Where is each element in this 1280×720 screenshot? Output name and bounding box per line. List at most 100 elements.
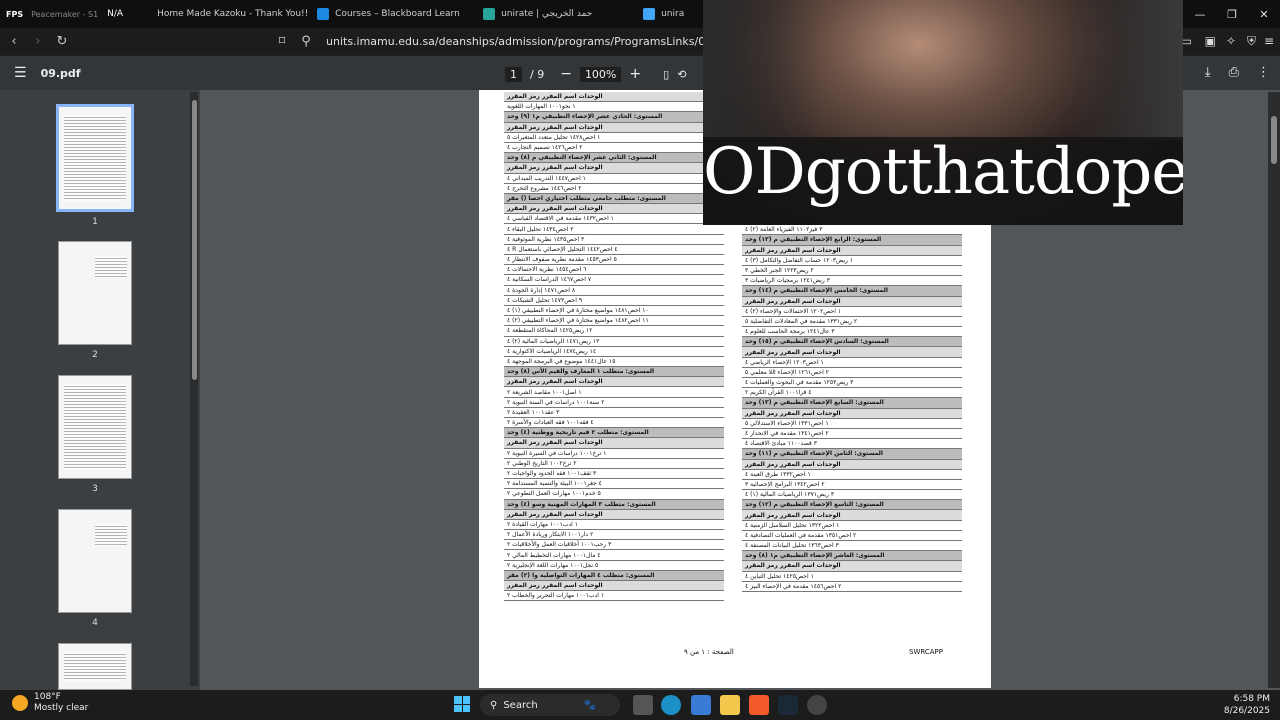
table-row: ١٤ ريض١٤٧٤ الرياضيات الاكتوارية ٤ (504, 347, 724, 357)
table-row: ٣ عال١٢٤١ برمجة الحاسب للعلوم ٤ (742, 327, 962, 338)
hood-shading (703, 0, 1183, 140)
search-icon: ⚲ (490, 699, 498, 711)
menu-icon[interactable]: ≡ (1264, 34, 1274, 48)
ai-icon[interactable]: ✧ (1226, 34, 1236, 48)
thumbnail-label: 4 (92, 618, 98, 628)
table-row: ١١ احص١٤٨٢ مواضيع مختارة في الإحصاء التط… (504, 316, 724, 327)
table-row: ١٢ ريض١٤٢٥ المحاكاة المتقطعة ٤ (504, 326, 724, 337)
level-row: المستوى: التاسع الإحصاء التطبيقي م (١٢) … (742, 500, 962, 511)
minimize-icon[interactable]: — (1184, 0, 1216, 28)
table-row: ١ ترخ١٠٠١ دراسات في السيرة النبوية ٢ (504, 449, 724, 459)
maximize-icon[interactable]: ❐ (1216, 0, 1248, 28)
tab-0[interactable]: Peacemaker - S1 - E3 N/A (23, 0, 143, 28)
zoom-input[interactable]: 100% (579, 66, 622, 82)
table-row: ١ احص١٤٢٥ تحليل التباين ٤ (742, 572, 962, 582)
table-row: ١ ادب١٠٠١ مهارات القيادة ٢ (504, 520, 724, 531)
table-row: ٢ دار١٠٠١ الابتكار وريادة الأعمال ٢ (504, 530, 724, 541)
hamburger-icon[interactable]: ☰ (14, 65, 27, 81)
thumbnail-sidebar: 1 2 3 4 (0, 90, 200, 690)
bookmark-icon[interactable]: ⌑ (272, 34, 292, 49)
level-row: المستوى: متطلب ٢ قيم تاريخية ووطنية (٤) … (504, 428, 724, 439)
fit-page-icon[interactable]: ▯ (663, 68, 669, 81)
left-table: الوحدات اسم المقرر رمز المقرر ١ نحو١٠٠١ ا… (504, 92, 724, 602)
table-row: ٤ مال١٠٠١ مهارات التخطيط المالي ٢ (504, 550, 724, 561)
table-row: ٤ فقه١٠٠١ فقه العبادات والأسرة ٢ (504, 418, 724, 429)
table-row: ٣ ريض١٢٤١ برمجيات الرياضيات ٣ (742, 276, 962, 287)
page-total: / 9 (530, 67, 545, 81)
table-header-row: الوحدات اسم المقرر رمز المقرر (742, 245, 962, 256)
thumbnail-page-2[interactable] (58, 241, 132, 345)
rotate-icon[interactable]: ⟲ (677, 68, 686, 81)
unirate-icon (483, 8, 496, 20)
store-icon[interactable] (691, 695, 711, 715)
thumbnail-page-4[interactable] (58, 509, 132, 613)
steam-icon[interactable] (778, 695, 798, 715)
print-icon[interactable]: ⎙ (1229, 65, 1239, 80)
table-header-row: الوحدات اسم المقرر رمز المقرر (742, 459, 962, 470)
weather-temp: 108°F (34, 692, 61, 702)
table-row: ١ احص١٣٣٢ طرق العينة ٤ (742, 470, 962, 480)
close-icon[interactable]: ✕ (1248, 0, 1280, 28)
weather-icon (12, 695, 28, 711)
table-row: ١ ادب١٠٠١ مهارات التحرير والخطاب ٢ (504, 591, 724, 602)
task-view-icon[interactable] (633, 695, 653, 715)
tab-2[interactable]: Courses – Blackboard Learn (309, 0, 475, 28)
windows-start-icon[interactable] (454, 696, 470, 712)
table-row: ١ ريض١٢٠٣ حساب التفاضل والتكامل (٣) ٤ (742, 256, 962, 266)
zoom-in-button[interactable]: + (629, 66, 641, 82)
url-field[interactable]: units.imamu.edu.sa/deanships/admission/p… (326, 35, 734, 48)
zoom-out-button[interactable]: − (560, 66, 572, 82)
level-row: المستوى: متطلب ٣ المهارات المهنية وسو (٤… (504, 499, 724, 510)
tab-4[interactable]: unira (635, 0, 695, 28)
level-row: المستوى: الحادي عشر الإحصاء التطبيقي م١ … (504, 112, 724, 123)
table-row: ١ احص١٢٠٢ الاحتمالات والإحصاء (٢) ٤ (742, 307, 962, 317)
table-row: ٣ رحب١٠٠١ أخلاقيات العمل والأخلاقيات ٢ (504, 540, 724, 551)
search-highlight-icon: 🐾 (583, 699, 597, 711)
table-header-row: الوحدات اسم المقرر رمز المقرر (504, 204, 724, 215)
table-row: ٢ ترخ١٠٠٢ التاريخ الوطني ٢ (504, 459, 724, 469)
overlay-caption: ODgotthatdope (703, 135, 1183, 209)
tab-1[interactable]: Home Made Kazoku - Thank You!! - (143, 0, 309, 28)
tab-1-label: Home Made Kazoku - Thank You!! - (157, 9, 310, 19)
wallet-icon[interactable]: ▣ (1205, 34, 1216, 48)
download-icon[interactable]: ⤓ (1205, 65, 1211, 80)
table-row: ٨ احص١٤٧١ إدارة الجودة ٤ (504, 286, 724, 296)
tab-3[interactable]: unirate | حمد الخريجي (475, 0, 635, 28)
thumbnail-page-3[interactable] (58, 375, 132, 479)
table-row: ٦ احص١٤٥٤ نظرية الاحتمالات ٤ (504, 265, 724, 276)
forward-icon[interactable]: › (28, 34, 48, 49)
table-row: ٣ عقد١٠٠١ العقيدة ٢ (504, 408, 724, 418)
site-info-icon[interactable]: ⚲ (296, 34, 316, 49)
shield-icon[interactable]: ⛨ (1247, 34, 1256, 49)
table-row: ٢ احص١٣٤٢ البرامج الإحصائية ٣ (742, 480, 962, 491)
weather-desc: Mostly clear (34, 703, 89, 713)
taskbar-clock[interactable]: 6:58 PM 8/26/2025 (1224, 693, 1270, 717)
more-options-icon[interactable]: ⋮ (1257, 65, 1270, 80)
app-icon[interactable] (807, 695, 827, 715)
file-explorer-icon[interactable] (720, 695, 740, 715)
search-label: Search (503, 699, 538, 711)
page-number-input[interactable]: 1 (505, 66, 522, 82)
back-icon[interactable]: ‹ (4, 34, 24, 49)
taskbar-search[interactable]: ⚲ Search 🐾 (480, 694, 620, 716)
thumbnail-page-5[interactable] (58, 643, 132, 690)
footer-code: SWRCAPP (909, 648, 943, 656)
reload-icon[interactable]: ↻ (52, 34, 72, 49)
thumbnail-page-1[interactable] (56, 104, 134, 212)
level-row: المستوى: العاشر الإحصاء التطبيقي م١ (٨) … (742, 551, 962, 562)
viewer-scrollbar-thumb[interactable] (1271, 116, 1277, 164)
table-header-row: الوحدات اسم المقرر رمز المقرر (504, 438, 724, 449)
table-row: ١ احص١٣٢٢ تحليل السلاسل الزمنية ٤ (742, 521, 962, 531)
thumbnail-label: 3 (92, 484, 98, 494)
level-row: المستوى: الرابع الإحصاء التطبيقي م (١٣) … (742, 235, 962, 246)
table-header-row: الوحدات اسم المقرر رمز المقرر (504, 122, 724, 133)
fps-label: FPS (6, 9, 24, 19)
table-row: ٢ سنة١٠٠١ دراسات في السنة النبوية ٢ (504, 398, 724, 408)
edge-icon[interactable] (661, 695, 681, 715)
table-row: ٢ احص١٤٥٦ مقدمة في الإحصاء البيز ٤ (742, 582, 962, 592)
viewer-scrollbar[interactable] (1268, 92, 1280, 688)
sidebar-scrollbar-thumb[interactable] (192, 100, 197, 380)
brave-icon[interactable] (749, 695, 769, 715)
thumbnail-label: 1 (92, 217, 98, 227)
weather-widget[interactable]: 108°F Mostly clear (12, 692, 88, 714)
